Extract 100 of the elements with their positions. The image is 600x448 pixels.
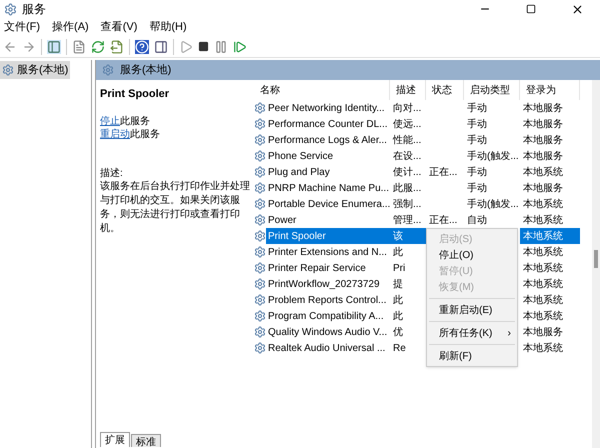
service-name-cell[interactable]: Performance Counter DL...	[266, 116, 390, 132]
logon-cell-text: 本地服务	[522, 118, 564, 132]
properties-icon[interactable]	[72, 40, 86, 54]
gear-icon	[254, 198, 266, 210]
service-name: Print Spooler	[100, 87, 170, 102]
menu-item[interactable]: 停止(O)	[427, 247, 517, 263]
restart-icon[interactable]	[233, 40, 247, 54]
startup-type-cell-text: 自动	[466, 214, 487, 226]
logon-cell-text: 本地系统	[522, 278, 564, 292]
tree-item[interactable]: 服务(本地)	[0, 61, 70, 79]
service-name-cell[interactable]: Printer Extensions and N...	[266, 244, 390, 260]
maximize-icon	[526, 4, 536, 14]
gear-icon	[254, 182, 266, 194]
service-name-cell[interactable]: Peer Networking Identity...	[266, 100, 390, 116]
service-name-cell[interactable]: Printer Repair Service	[266, 260, 390, 276]
startup-type-cell-text: 手动(触发...	[466, 150, 519, 162]
menu-item[interactable]: 文件(F)	[4, 18, 40, 36]
logon-cell-text: 本地系统	[522, 198, 564, 212]
startup-type-cell-text: 手动(触发...	[466, 198, 519, 210]
menu-item[interactable]: 刷新(F)	[427, 348, 517, 364]
description-cell-text: 管理...	[392, 214, 422, 228]
logon-cell: 本地系统	[520, 228, 580, 244]
description-cell-text: 向对...	[392, 102, 422, 116]
startup-type-cell-text: 手动	[466, 134, 487, 146]
service-name-cell[interactable]: Problem Reports Control...	[266, 292, 390, 308]
menu-item[interactable]: 查看(V)	[100, 18, 138, 36]
gear-icon	[254, 342, 266, 354]
column-header[interactable]: 登录为	[520, 80, 580, 100]
logon-cell-text: 本地服务	[522, 134, 564, 148]
stop-icon[interactable]	[198, 41, 209, 52]
service-name-cell[interactable]: Power	[266, 212, 390, 228]
service-name-cell[interactable]: Phone Service	[266, 148, 390, 164]
close-icon	[570, 2, 584, 16]
panel-title: 服务(本地)	[120, 62, 172, 78]
service-name-cell[interactable]: PrintWorkflow_20273729	[266, 276, 390, 292]
gear-icon	[254, 214, 266, 226]
description-cell-text: 此	[392, 310, 404, 324]
service-name-cell[interactable]: Program Compatibility A...	[266, 308, 390, 324]
column-header[interactable]: 描述	[390, 80, 426, 100]
refresh-icon[interactable]	[91, 40, 105, 54]
startup-type-cell-text: 手动	[466, 118, 487, 130]
view-tab[interactable]: 扩展	[100, 432, 130, 447]
gear-icon	[254, 230, 266, 242]
service-name-cell[interactable]: Plug and Play	[266, 164, 390, 180]
gear-icon	[254, 246, 266, 258]
column-header[interactable]: 名称	[254, 80, 390, 100]
gear-icon	[254, 310, 266, 322]
link-suffix: 此服务	[120, 114, 150, 128]
status-cell-text: 正在...	[428, 166, 458, 178]
status-cell-text: 正在...	[428, 214, 458, 226]
description-cell-text: 此	[392, 294, 404, 308]
menu-item[interactable]: 帮助(H)	[149, 18, 187, 36]
description-cell-text: 优	[392, 326, 404, 340]
menu-item[interactable]: 所有任务(K) ›	[427, 325, 517, 341]
gear-icon	[254, 134, 266, 146]
service-name-cell[interactable]: Portable Device Enumera...	[266, 196, 390, 212]
description-cell-text: 此	[392, 246, 404, 260]
service-name-cell[interactable]: Quality Windows Audio V...	[266, 324, 390, 340]
help-icon[interactable]	[135, 40, 149, 54]
startup-type-cell-text: 手动	[466, 102, 487, 114]
description-cell-text: 使计...	[392, 166, 422, 180]
back-icon[interactable]	[3, 40, 17, 54]
pause-icon[interactable]	[214, 40, 228, 54]
submenu-arrow-icon: ›	[508, 326, 511, 340]
logon-cell-text: 本地系统	[522, 310, 564, 324]
description-cell-text: Re	[392, 342, 407, 356]
startup-type-cell-text: 手动	[466, 182, 487, 194]
action-pane-icon[interactable]	[154, 40, 168, 54]
menu-item[interactable]: 重新启动(E)	[427, 302, 517, 318]
gear-icon	[254, 326, 266, 338]
logon-cell-text: 本地服务	[522, 102, 564, 116]
gear-icon	[254, 102, 266, 114]
logon-cell-text: 本地系统	[522, 166, 564, 180]
menu-item[interactable]: 操作(A)	[52, 18, 89, 36]
gear-icon	[254, 150, 266, 162]
description-cell-text: 提	[392, 278, 404, 292]
service-name-cell[interactable]: Performance Logs & Aler...	[266, 132, 390, 148]
service-link[interactable]: 停止	[100, 114, 120, 128]
console-tree-icon[interactable]	[47, 40, 61, 54]
logon-cell-text: 本地服务	[522, 326, 564, 340]
play-icon[interactable]	[179, 40, 193, 54]
column-header[interactable]: 状态	[426, 80, 464, 100]
gear-icon	[254, 166, 266, 178]
logon-cell-text: 本地服务	[522, 182, 564, 196]
description-cell-text: 使远...	[392, 118, 422, 132]
gear-icon	[254, 118, 266, 130]
service-link[interactable]: 重启动	[100, 128, 130, 140]
service-name-cell[interactable]: Realtek Audio Universal ...	[266, 340, 390, 356]
description-cell-text: Pri	[392, 262, 406, 276]
export-icon[interactable]	[110, 40, 124, 54]
gear-icon	[254, 278, 266, 290]
window-title: 服务	[22, 1, 46, 18]
gear-icon	[102, 64, 114, 76]
forward-icon[interactable]	[22, 40, 36, 54]
column-header[interactable]: 启动类型	[464, 80, 520, 100]
view-tab[interactable]: 标准	[131, 434, 161, 447]
service-name-cell[interactable]: Print Spooler	[266, 228, 390, 244]
service-name-cell[interactable]: PNRP Machine Name Pu...	[266, 180, 390, 196]
description-cell-text: 强制...	[392, 198, 422, 212]
logon-cell-text: 本地系统	[522, 342, 564, 356]
